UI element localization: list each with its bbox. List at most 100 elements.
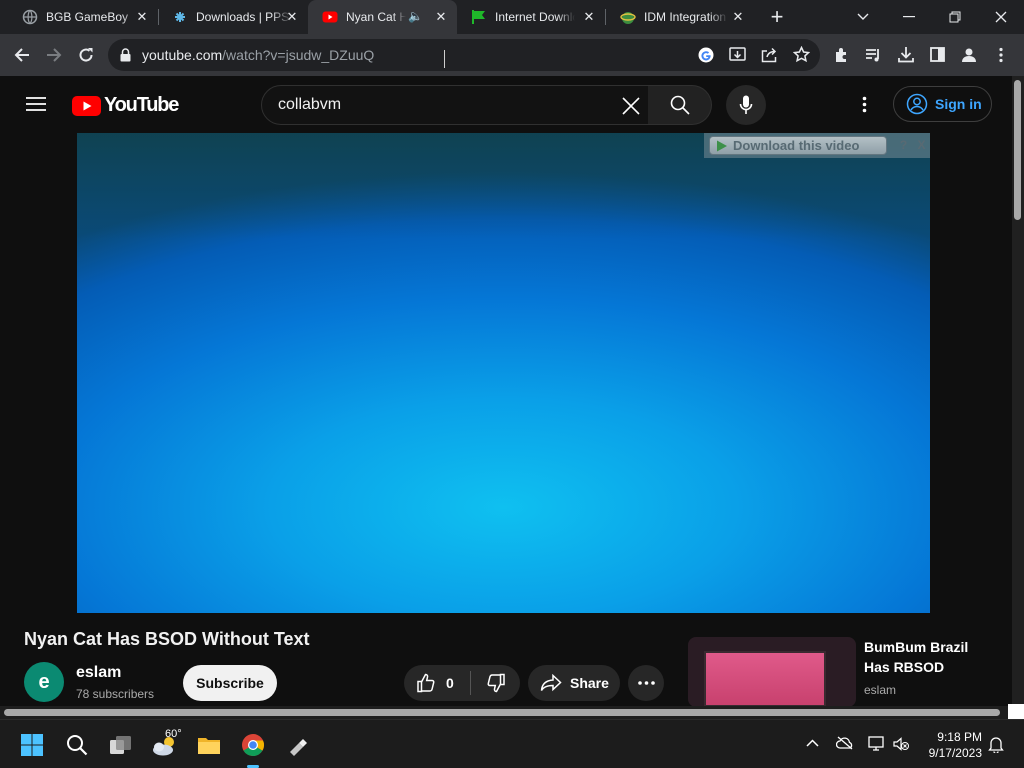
profile-icon[interactable] [960,46,978,64]
like-count: 0 [446,675,454,691]
new-tab-icon[interactable]: + [764,5,790,31]
tab-ppsspp-downloads[interactable]: Downloads | PPSSPP ✕ [158,0,308,34]
hamburger-menu-icon[interactable] [26,96,46,112]
chrome-icon [242,734,264,756]
tab-bgb-gameboy[interactable]: BGB GameBoy ✕ [8,0,159,34]
install-app-icon[interactable] [729,47,746,63]
volume-muted-icon[interactable] [893,737,909,751]
restore-icon[interactable] [932,0,978,34]
windows-logo-icon [21,734,43,756]
recommended-video-title[interactable]: BumBum Brazil Has RBSOD [864,637,994,677]
search-input[interactable]: collabvm [261,85,649,125]
like-button[interactable]: 0 [404,665,470,701]
tab-search-chevron-icon[interactable] [840,0,886,34]
windows-taskbar: 60° 9:18 PM 9/17/2023 [0,719,1024,768]
video-player[interactable] [77,133,930,613]
search-query: collabvm [278,96,342,113]
close-tab-icon[interactable]: ✕ [134,9,150,25]
search-button[interactable] [648,85,712,125]
show-hidden-icons-icon[interactable] [806,739,819,747]
tab-label: Nyan Cat Has BSOD [346,10,406,24]
downloads-icon[interactable] [898,46,914,63]
close-tab-icon[interactable]: ✕ [581,9,597,25]
close-tab-icon[interactable]: ✕ [433,9,449,25]
url-host: youtube.com [142,47,223,63]
channel-avatar[interactable]: e [24,662,64,702]
thumbs-up-icon [417,673,435,693]
dislike-button[interactable] [471,665,520,701]
vertical-scrollbar[interactable] [1012,76,1024,706]
recommended-video-thumbnail[interactable] [688,637,856,707]
tab-idm-integration[interactable]: IDM Integration Module ✕ [606,0,754,34]
sign-in-button[interactable]: Sign in [893,86,992,122]
horizontal-scroll-thumb[interactable] [4,709,1000,716]
share-button[interactable]: Share [528,665,620,701]
side-panel-icon[interactable] [930,47,945,62]
thumbnail-image [704,651,826,707]
usb-tool-button[interactable] [280,728,314,762]
minimize-icon[interactable] [886,0,932,34]
play-arrow-icon [717,140,727,151]
scrollbar-corner [1008,704,1024,719]
weather-temperature: 60° [165,728,182,740]
clear-search-icon[interactable] [622,97,640,115]
reload-icon[interactable] [72,41,100,69]
close-window-icon[interactable] [978,0,1024,34]
media-queue-icon[interactable] [865,47,882,63]
idm-download-button[interactable]: Download this video [709,136,887,155]
sign-in-label: Sign in [935,96,982,112]
extensions-puzzle-icon[interactable] [834,47,850,63]
youtube-logo[interactable]: YouTube [72,94,179,117]
tab-internet-download-manager[interactable]: Internet Download Manager ✕ [457,0,606,34]
channel-name[interactable]: eslam [76,664,121,682]
speaker-icon[interactable]: 🔈 [408,9,423,23]
horizontal-scrollbar[interactable] [0,706,1008,719]
recommended-video-channel[interactable]: eslam [864,683,896,697]
start-button[interactable] [15,728,49,762]
notification-bell-icon[interactable] [988,736,1004,753]
clock-time: 9:18 PM [937,730,982,744]
url-text[interactable]: youtube.com/watch?v=jsudw_DZuuQ [142,47,374,63]
back-icon[interactable] [8,41,36,69]
idm-help-icon[interactable]: ? [896,137,911,153]
search-icon [670,95,690,115]
close-tab-icon[interactable]: ✕ [284,9,300,25]
chrome-menu-icon[interactable] [998,47,1004,63]
forward-icon[interactable] [40,41,68,69]
chrome-taskbar-button[interactable] [236,728,270,768]
file-explorer-button[interactable] [192,728,226,762]
google-lens-icon[interactable] [697,46,715,64]
idm-close-icon[interactable]: X [914,137,929,153]
task-view-button[interactable] [104,728,138,762]
more-actions-button[interactable] [628,665,664,701]
address-bar[interactable]: youtube.com/watch?v=jsudw_DZuuQ [108,39,820,71]
microphone-icon [739,95,753,114]
account-circle-icon [906,93,928,115]
network-disconnected-icon[interactable] [868,736,886,752]
onedrive-offline-icon[interactable] [836,736,854,750]
ppsspp-icon [175,12,185,22]
tab-label: IDM Integration Module [644,10,728,24]
vertical-scroll-thumb[interactable] [1014,80,1021,220]
weather-widget[interactable]: 60° [148,728,182,762]
video-title: Nyan Cat Has BSOD Without Text [24,629,310,649]
browser-toolbar: youtube.com/watch?v=jsudw_DZuuQ [0,34,1024,76]
bookmark-star-icon[interactable] [793,46,810,63]
text-cursor-icon [444,50,447,68]
share-page-icon[interactable] [761,47,778,63]
usb-drive-icon [290,739,307,756]
voice-search-button[interactable] [726,85,766,125]
search-taskbar-button[interactable] [60,728,94,762]
globe-icon [22,9,38,25]
clock-date: 9/17/2023 [928,746,982,760]
subscribe-button[interactable]: Subscribe [183,665,277,701]
system-clock[interactable]: 9:18 PM 9/17/2023 [922,729,982,761]
idm-download-label: Download this video [733,138,860,153]
thumbs-down-icon [486,673,505,693]
lock-icon[interactable] [120,48,131,62]
tab-nyan-cat[interactable]: Nyan Cat Has BSOD 🔈 ✕ [308,0,457,34]
youtube-header: YouTube collabvm Sign in [0,76,1012,132]
close-tab-icon[interactable]: ✕ [730,9,746,25]
folder-icon [198,738,220,754]
settings-more-icon[interactable] [862,96,867,113]
